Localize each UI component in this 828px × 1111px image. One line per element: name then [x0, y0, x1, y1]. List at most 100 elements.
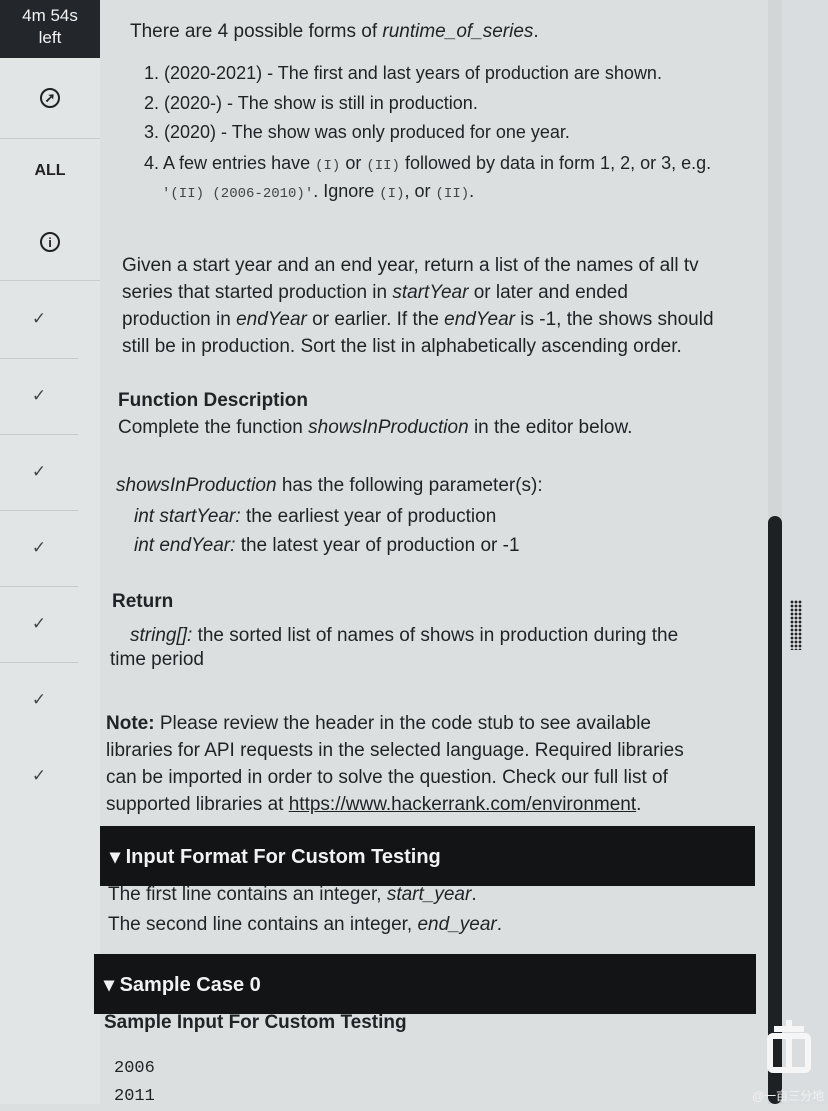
forms-intro: There are 4 possible forms of runtime_of… [130, 18, 539, 45]
form-item-1: 1. (2020-2021) - The first and last year… [144, 63, 662, 83]
sample-input-line: 2011 [114, 1087, 155, 1106]
time-remaining: 4m 54s left [0, 0, 100, 58]
func-text-post: in the editor below. [468, 417, 633, 438]
question-sidebar: 4m 54s left ➚ ALL i ✓ ✓ ✓ ✓ ✓ ✓ ✓ [0, 0, 100, 1104]
forms-intro-period: . [533, 21, 539, 42]
check-icon: ✓ [31, 766, 47, 785]
desc-line-2-post: or later and ended [468, 282, 628, 303]
form4-code-i: (I) [315, 158, 341, 174]
sidebar-item-navigate[interactable]: ➚ [0, 58, 100, 139]
end-year-term: endYear [236, 309, 307, 330]
return-heading: Return [112, 591, 174, 612]
desc-line-4: still be in production. Sort the list in… [122, 336, 682, 357]
desc-line-3-post: is -1, the shows should [514, 309, 714, 330]
form-item-3: 3. (2020) - The show was only produced f… [144, 122, 570, 142]
input-format-header[interactable]: ▾ Input Format For Custom Testing [100, 826, 755, 886]
input-format-body: The first line contains an integer, star… [108, 880, 502, 940]
sidebar-item-q6[interactable]: ✓ [0, 662, 78, 738]
input-format-line-1-pre: The first line contains an integer, [108, 884, 387, 905]
form4-text-c: followed by data in form 1, 2, or 3, e.g… [399, 153, 712, 173]
sidebar-item-q7[interactable]: ✓ [0, 738, 78, 814]
desc-line-3-pre: production in [122, 309, 237, 330]
sample-case-header[interactable]: ▾ Sample Case 0 [94, 954, 756, 1014]
func-text-pre: Complete the function [118, 417, 309, 438]
parameters-intro: showsInProduction has the following para… [116, 472, 543, 499]
all-questions-label: ALL [34, 162, 66, 179]
check-icon: ✓ [31, 690, 47, 709]
input-format-line-1-post: . [471, 884, 477, 905]
return-type: string[]: [130, 625, 193, 646]
desc-line-2-pre: series that started production in [122, 282, 393, 303]
form-item-4: 4. A few entries have (I) or (II) follow… [144, 150, 711, 180]
note-block: Note: Please review the header in the co… [106, 710, 756, 818]
note-line-3: can be imported in order to solve the qu… [106, 767, 668, 788]
sidebar-item-q1[interactable]: ✓ [0, 280, 78, 359]
note-line-1-text: Please review the header in the code stu… [154, 713, 651, 734]
runtime-of-series-term: runtime_of_series [382, 21, 534, 42]
form4-code-ii-2: (II) [435, 186, 470, 202]
resize-handle-icon[interactable] [790, 600, 802, 650]
desc-line-1: Given a start year and an end year, retu… [122, 255, 699, 276]
note-line-2: libraries for API requests in the select… [106, 740, 684, 761]
return-desc-1: the sorted list of names of shows in pro… [192, 625, 679, 646]
forms-intro-text: There are 4 possible forms of [130, 21, 383, 42]
param-end-year-desc: the latest year of production or -1 [235, 535, 520, 556]
param-start-year: int startYear: the earliest year of prod… [134, 503, 496, 530]
params-intro-text: has the following parameter(s): [276, 475, 543, 496]
form4-text-d: . Ignore [313, 181, 380, 201]
form4-code-i-2: (I) [379, 186, 405, 202]
timer-suffix: left [38, 28, 62, 47]
form4-code-ii: (II) [366, 158, 400, 174]
form-item-4-example: '(II) (2006-2010)'. Ignore (I), or (II). [162, 178, 474, 208]
check-icon: ✓ [31, 538, 47, 557]
input-format-line-1: The first line contains an integer, star… [108, 880, 502, 910]
desc-line-2: series that started production in startY… [122, 279, 762, 306]
param-end-year: int endYear: the latest year of producti… [134, 532, 520, 559]
input-format-line-2: The second line contains an integer, end… [108, 910, 502, 940]
check-icon: ✓ [31, 462, 47, 481]
sidebar-item-q4[interactable]: ✓ [0, 510, 78, 587]
timer-value: 4m 54s [22, 6, 78, 25]
function-description-text: Complete the function showsInProduction … [118, 414, 632, 441]
start-year-var: start_year [386, 884, 472, 905]
input-format-line-2-post: . [496, 914, 502, 935]
sidebar-item-info[interactable]: i [0, 204, 100, 281]
return-line-2: time period [110, 649, 204, 670]
start-year-term: startYear [392, 282, 469, 303]
desc-line-3: production in endYear or earlier. If the… [122, 306, 762, 333]
input-format-line-2-pre: The second line contains an integer, [108, 914, 418, 935]
check-icon: ✓ [31, 309, 47, 328]
form4-text-b: or [340, 153, 367, 173]
function-description-heading: Function Description [118, 390, 308, 411]
check-icon: ✓ [31, 614, 47, 633]
sample-input-heading: Sample Input For Custom Testing [104, 1012, 407, 1033]
return-line-1: string[]: the sorted list of names of sh… [130, 622, 678, 649]
sample-input-block: 2006 2011 [114, 1055, 155, 1111]
param-start-year-name: int startYear: [134, 506, 241, 527]
function-name-2: showsInProduction [116, 475, 277, 496]
sidebar-item-q3[interactable]: ✓ [0, 434, 78, 511]
note-line-4: supported libraries at https://www.hacke… [106, 791, 756, 818]
note-line-4-pre: supported libraries at [106, 794, 289, 815]
editor-splitter [782, 0, 828, 1104]
end-year-var: end_year [417, 914, 497, 935]
problem-description: Given a start year and an end year, retu… [122, 252, 762, 360]
watermark-text: @一亩三分地 [752, 1089, 825, 1103]
function-name: showsInProduction [308, 417, 469, 438]
note-line-4-post: . [636, 794, 642, 815]
sidebar-item-q2[interactable]: ✓ [0, 358, 78, 435]
desc-line-3-mid: or earlier. If the [306, 309, 445, 330]
sidebar-item-q5[interactable]: ✓ [0, 586, 78, 663]
form4-text-e: , or [404, 181, 436, 201]
info-icon: i [40, 232, 60, 252]
form-item-2: 2. (2020-) - The show is still in produc… [144, 93, 478, 113]
form4-text-f: . [469, 181, 475, 201]
input-format-title: ▾ Input Format For Custom Testing [110, 845, 441, 868]
note-label: Note: [106, 713, 155, 734]
sidebar-item-all[interactable]: ALL [0, 138, 100, 204]
environment-link[interactable]: https://www.hackerrank.com/environment [289, 794, 636, 815]
compass-icon: ➚ [40, 88, 60, 108]
scrollbar-thumb[interactable] [768, 516, 782, 1104]
form4-text-a: 4. A few entries have [144, 153, 316, 173]
sample-case-title: ▾ Sample Case 0 [104, 973, 261, 996]
